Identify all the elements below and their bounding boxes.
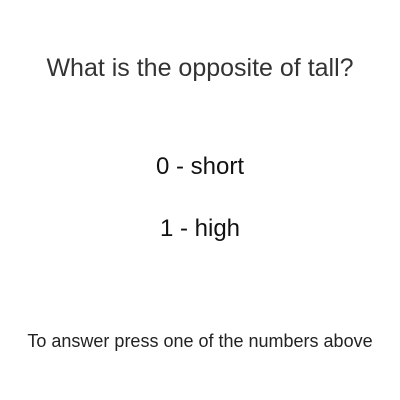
answer-instruction: To answer press one of the numbers above	[27, 331, 373, 351]
answer-option-0[interactable]: 0 - short	[0, 152, 400, 182]
answer-options: 0 - short 1 - high	[0, 152, 400, 244]
answer-option-1[interactable]: 1 - high	[0, 214, 400, 244]
question-text: What is the opposite of tall?	[46, 54, 354, 82]
